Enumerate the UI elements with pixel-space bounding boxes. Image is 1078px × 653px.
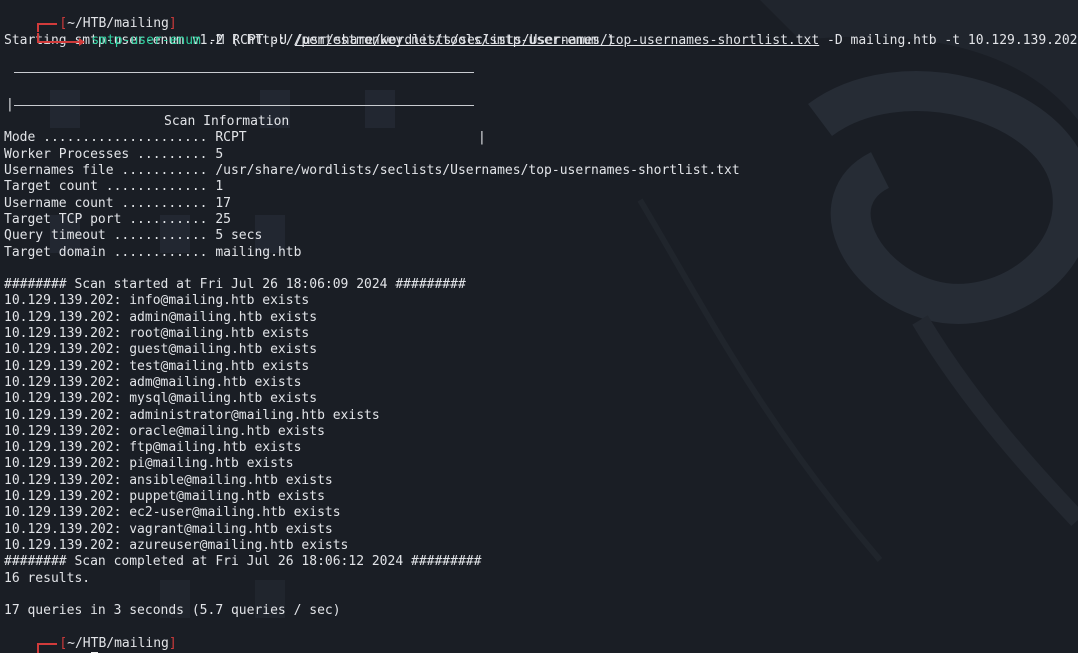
command-line: smtp-user-enum -M RCPT -U /usr/share/wor… [4, 16, 1077, 48]
results-count-line: 16 results. [4, 570, 91, 586]
scan-started-line: ######## Scan started at Fri Jul 26 18:0… [4, 277, 466, 293]
result-line: 10.129.139.202: puppet@mailing.htb exist… [4, 489, 325, 505]
box-top-rule [14, 72, 474, 74]
scan-completed-line: ######## Scan completed at Fri Jul 26 18… [4, 554, 482, 570]
prompt-line-1: [~/HTB/mailing] [4, 0, 1074, 33]
command-name: smtp-user-enum [91, 32, 201, 48]
scan-info-row: Worker Processes ......... 5 [4, 146, 224, 162]
result-line: 10.129.139.202: ftp@mailing.htb exists [4, 440, 302, 456]
command-args: -M RCPT -U [200, 32, 295, 48]
scan-info-row: Query timeout ............ 5 secs [4, 228, 263, 244]
scan-info-row: Usernames file ........... /usr/share/wo… [4, 163, 740, 179]
scan-info-box: | Scan Information | [4, 65, 1074, 145]
prompt-arrow-icon [35, 32, 91, 49]
prompt-line-2: [~/HTB/mailing] [4, 619, 1074, 652]
result-line: 10.129.139.202: administrator@mailing.ht… [4, 407, 380, 423]
input-line[interactable] [4, 636, 1074, 653]
terminal-window[interactable]: [~/HTB/mailing] smtp-user-enum -M RCPT -… [4, 0, 1077, 653]
scan-info-list: Mode ..................... RCPT Worker P… [4, 130, 1074, 260]
result-line: 10.129.139.202: test@mailing.htb exists [4, 358, 310, 374]
result-line: 10.129.139.202: azureuser@mailing.htb ex… [4, 537, 349, 553]
result-line: 10.129.139.202: adm@mailing.htb exists [4, 374, 302, 390]
scan-info-row: Mode ..................... RCPT [4, 130, 247, 146]
result-line: 10.129.139.202: pi@mailing.htb exists [4, 456, 294, 472]
result-line: 10.129.139.202: guest@mailing.htb exists [4, 342, 318, 358]
scan-info-row: Target domain ............ mailing.htb [4, 244, 302, 260]
wordlist-path-link[interactable]: /usr/share/wordlists/seclists/Usernames/… [295, 33, 819, 48]
scan-info-row: Target TCP port .......... 25 [4, 211, 231, 227]
result-line: 10.129.139.202: mysql@mailing.htb exists [4, 391, 318, 407]
result-line: 10.129.139.202: oracle@mailing.htb exist… [4, 423, 325, 439]
scan-info-row: Username count ........... 17 [4, 195, 231, 211]
result-line: 10.129.139.202: ansible@mailing.htb exis… [4, 472, 333, 488]
scan-info-row: Target count ............. 1 [4, 179, 224, 195]
result-line: 10.129.139.202: admin@mailing.htb exists [4, 309, 318, 325]
box-bottom-rule [14, 105, 474, 107]
results-list: 10.129.139.202: info@mailing.htb exists … [4, 293, 1074, 554]
command-args-target: -D mailing.htb -t 10.129.139.202 [819, 32, 1078, 48]
box-title: Scan Information [164, 113, 290, 129]
result-line: 10.129.139.202: vagrant@mailing.htb exis… [4, 521, 333, 537]
result-line: 10.129.139.202: info@mailing.htb exists [4, 293, 310, 309]
summary-line: 17 queries in 3 seconds (5.7 queries / s… [4, 603, 341, 619]
result-line: 10.129.139.202: root@mailing.htb exists [4, 326, 310, 342]
result-line: 10.129.139.202: ec2-user@mailing.htb exi… [4, 505, 341, 521]
